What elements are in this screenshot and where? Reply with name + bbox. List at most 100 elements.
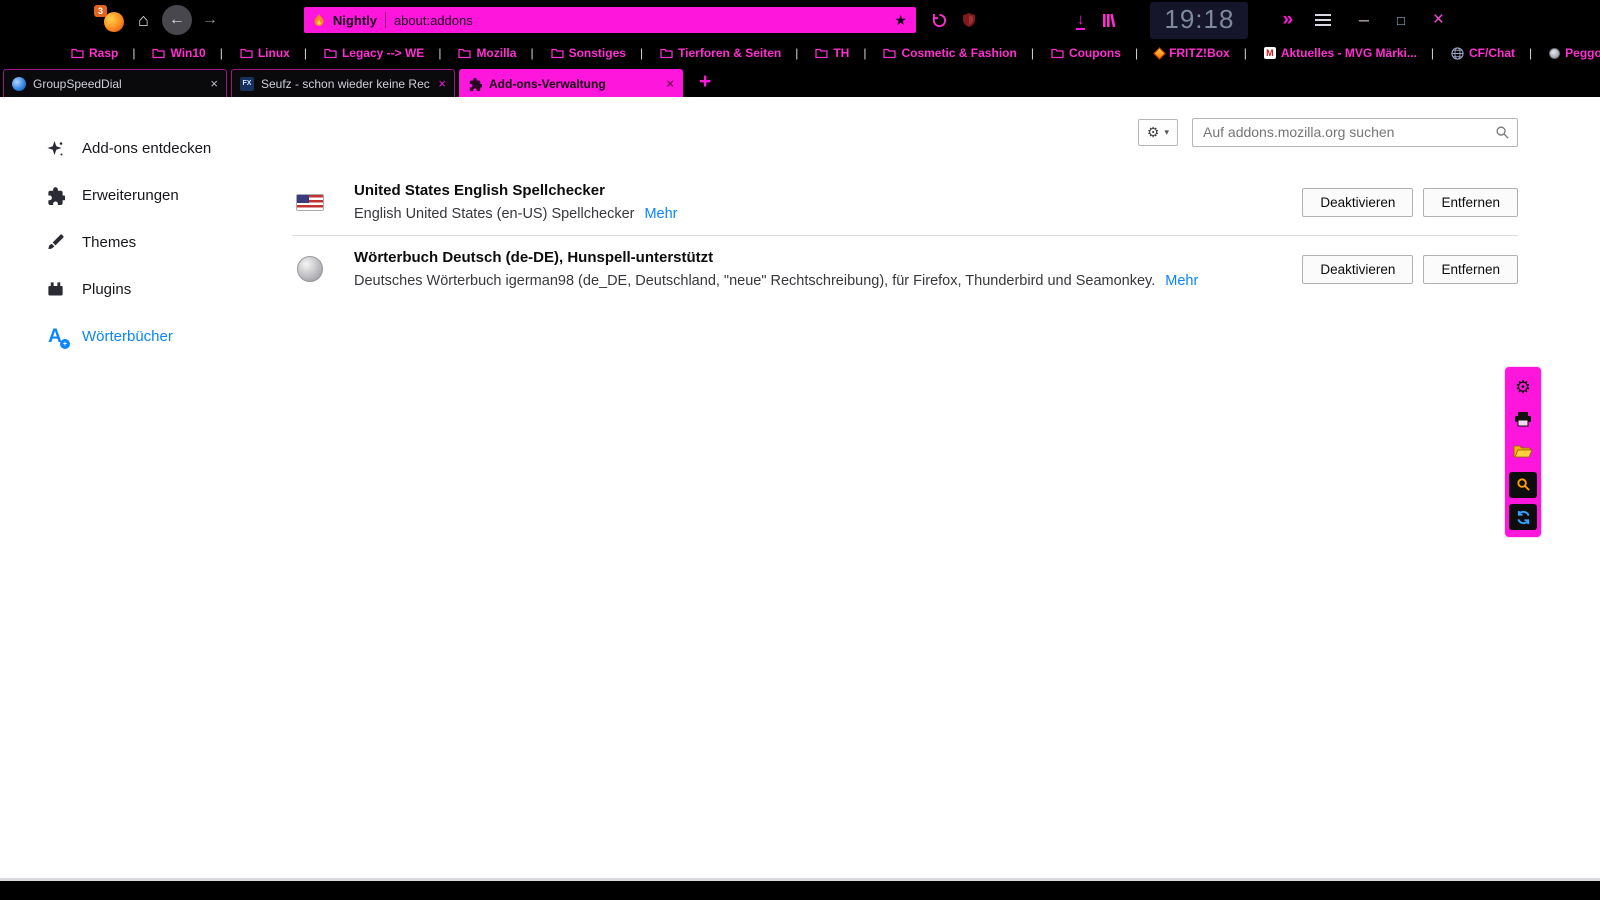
bookmark-folder-linux[interactable]: Linux — [213, 46, 297, 60]
addon-title: Wörterbuch Deutsch (de-DE), Hunspell-unt… — [354, 249, 1276, 266]
groupspeeddial-favicon — [12, 77, 26, 91]
downloads-icon[interactable]: ↓ — [1077, 11, 1085, 30]
gear-icon: ⚙ — [1147, 124, 1160, 141]
folder-icon — [815, 48, 828, 59]
maximize-button[interactable]: □ — [1397, 13, 1405, 28]
floating-quick-toolbar: ⚙ — [1504, 366, 1542, 538]
us-flag-icon — [292, 194, 328, 211]
tab-close-icon[interactable]: × — [438, 76, 446, 91]
tab-close-icon[interactable]: × — [210, 76, 218, 91]
sidebar-item-themes[interactable]: Themes — [44, 219, 268, 266]
overflow-chevron-icon[interactable]: » — [1282, 9, 1293, 31]
addons-list-pane: ⚙ ▾ United States English Spellchecker E… — [268, 97, 1600, 878]
bookmark-cfchat[interactable]: CF/Chat — [1424, 46, 1522, 60]
fritzbox-icon — [1153, 47, 1166, 60]
urlbar-separator — [385, 12, 386, 28]
globe-icon — [1451, 47, 1464, 60]
back-button[interactable]: ← — [162, 5, 192, 35]
disable-button[interactable]: Deaktivieren — [1302, 188, 1413, 217]
settings-gear-icon[interactable]: ⚙ — [1509, 374, 1537, 400]
bookmark-folder-legacy[interactable]: Legacy --> WE — [297, 46, 431, 60]
tab-addons-verwaltung[interactable]: Add-ons-Verwaltung × — [459, 69, 683, 97]
home-button[interactable]: ⌂ — [138, 10, 149, 31]
plugin-brick-icon — [44, 280, 66, 299]
mvg-icon: M — [1264, 47, 1276, 59]
more-link[interactable]: Mehr — [1165, 273, 1198, 289]
folder-icon — [71, 48, 84, 59]
folder-icon — [551, 48, 564, 59]
remove-button[interactable]: Entfernen — [1423, 188, 1518, 217]
bookmark-folder-tierforen[interactable]: Tierforen & Seiten — [633, 46, 788, 60]
remove-button[interactable]: Entfernen — [1423, 255, 1518, 284]
bookmark-folder-mozilla[interactable]: Mozilla — [431, 46, 523, 60]
addon-title: United States English Spellchecker — [354, 182, 1276, 199]
notification-badge: 3 — [94, 5, 107, 17]
bookmark-folder-th[interactable]: TH — [788, 46, 856, 60]
addon-row-de-de: Wörterbuch Deutsch (de-DE), Hunspell-unt… — [292, 235, 1518, 302]
navigation-toolbar: 3 ⌂ ← → Nightly about:addons ★ ↓ 19:18 »… — [0, 0, 1600, 40]
search-icon[interactable] — [1495, 125, 1510, 145]
disable-button[interactable]: Deaktivieren — [1302, 255, 1413, 284]
dictionary-globe-icon — [292, 256, 328, 282]
minimize-button[interactable]: ─ — [1359, 12, 1369, 28]
bookmark-folder-cosmetic[interactable]: Cosmetic & Fashion — [856, 46, 1023, 60]
print-icon[interactable] — [1509, 406, 1537, 432]
reload-icon[interactable] — [932, 13, 947, 28]
hamburger-menu-icon[interactable] — [1315, 14, 1331, 26]
more-link[interactable]: Mehr — [644, 206, 677, 222]
url-bar[interactable]: Nightly about:addons ★ — [304, 7, 916, 33]
sidebar-item-extensions[interactable]: Erweiterungen — [44, 172, 268, 219]
search-tool-icon[interactable] — [1509, 472, 1537, 498]
firefox-icon — [104, 12, 124, 32]
folder-icon — [240, 48, 253, 59]
bookmarks-toolbar: Rasp Win10 Linux Legacy --> WE Mozilla S… — [0, 40, 1600, 66]
open-folder-icon[interactable] — [1509, 439, 1537, 465]
peggo-icon — [1549, 48, 1560, 59]
bookmark-star-icon[interactable]: ★ — [894, 12, 907, 29]
addon-description: Deutsches Wörterbuch igerman98 (de_DE, D… — [354, 273, 1276, 289]
bookmark-folder-rasp[interactable]: Rasp — [64, 46, 125, 60]
nightly-icon — [313, 13, 325, 27]
sidebar-item-dictionaries[interactable]: A+ Wörterbücher — [44, 313, 268, 360]
addons-manager-page: Add-ons entdecken Erweiterungen Themes P… — [0, 97, 1600, 881]
firefox-menu-icon[interactable]: 3 — [98, 8, 124, 32]
chevron-down-icon: ▾ — [1164, 127, 1169, 138]
sync-refresh-icon[interactable] — [1509, 504, 1537, 530]
bookmark-peggo[interactable]: Peggo — [1522, 46, 1600, 60]
folder-icon — [324, 48, 337, 59]
search-input[interactable] — [1192, 118, 1518, 147]
forward-button[interactable]: → — [202, 11, 218, 29]
browser-window: 3 ⌂ ← → Nightly about:addons ★ ↓ 19:18 »… — [0, 0, 1600, 900]
tab-close-icon[interactable]: × — [666, 76, 674, 91]
folder-icon — [458, 48, 471, 59]
addon-row-en-us: United States English Spellchecker Engli… — [292, 169, 1518, 235]
folder-icon — [1051, 48, 1064, 59]
addons-search — [1192, 118, 1518, 147]
bookmark-fritzbox[interactable]: FRITZ!Box — [1128, 46, 1237, 60]
new-tab-button[interactable]: + — [699, 70, 711, 94]
tab-groupspeeddial[interactable]: GroupSpeedDial × — [3, 69, 227, 97]
addons-header: ⚙ ▾ — [292, 117, 1518, 147]
folder-icon — [660, 48, 673, 59]
dictionary-a-icon: A+ — [44, 327, 66, 346]
addon-description: English United States (en-US) Spellcheck… — [354, 206, 1276, 222]
paintbrush-icon — [44, 233, 66, 252]
urlbar-brand-label: Nightly — [333, 13, 377, 28]
tab-bar: GroupSpeedDial × FX Seufz - schon wieder… — [0, 66, 1600, 97]
bookmark-folder-coupons[interactable]: Coupons — [1024, 46, 1128, 60]
sidebar-item-discover[interactable]: Add-ons entdecken — [44, 125, 268, 172]
folder-icon — [883, 48, 896, 59]
tab-seufz[interactable]: FX Seufz - schon wieder keine Rec × — [231, 69, 455, 97]
bookmark-folder-sonstiges[interactable]: Sonstiges — [523, 46, 632, 60]
addons-sidebar: Add-ons entdecken Erweiterungen Themes P… — [0, 97, 268, 878]
bookmark-mvg[interactable]: M Aktuelles - MVG Märki... — [1237, 46, 1424, 60]
ublock-shield-icon[interactable] — [961, 12, 977, 28]
clock-widget: 19:18 — [1150, 2, 1248, 39]
sidebar-item-plugins[interactable]: Plugins — [44, 266, 268, 313]
close-button[interactable]: × — [1433, 9, 1444, 31]
folder-icon — [152, 48, 165, 59]
tools-dropdown-button[interactable]: ⚙ ▾ — [1138, 119, 1178, 146]
library-icon[interactable] — [1102, 13, 1118, 28]
bookmark-folder-win10[interactable]: Win10 — [125, 46, 212, 60]
urlbar-url-text[interactable]: about:addons — [394, 13, 886, 28]
